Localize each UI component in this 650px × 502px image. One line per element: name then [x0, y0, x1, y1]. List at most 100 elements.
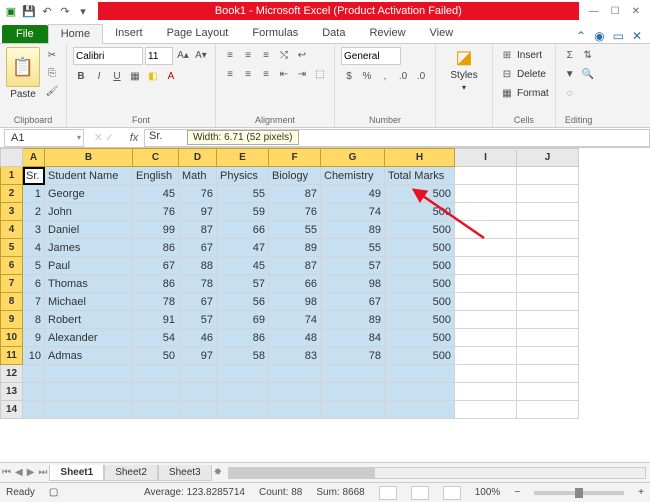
cell-E7[interactable]: 57 [217, 275, 269, 293]
cell-G3[interactable]: 74 [321, 203, 385, 221]
cell-H3[interactable]: 500 [385, 203, 455, 221]
cell-E6[interactable]: 45 [217, 257, 269, 275]
cell-F12[interactable] [269, 365, 321, 383]
qat-dropdown-icon[interactable]: ▾ [76, 4, 90, 18]
cell-A1[interactable]: Sr. [23, 167, 45, 185]
sheet-tab-sheet3[interactable]: Sheet3 [158, 465, 212, 481]
fx-icon[interactable]: fx [124, 132, 144, 144]
cell-J13[interactable] [517, 383, 579, 401]
align-middle-icon[interactable]: ≡ [240, 47, 256, 63]
cell-E12[interactable] [217, 365, 269, 383]
cell-F5[interactable]: 89 [269, 239, 321, 257]
cell-E9[interactable]: 69 [217, 311, 269, 329]
normal-view-icon[interactable] [379, 486, 397, 500]
cell-E1[interactable]: Physics [217, 167, 269, 185]
cell-J5[interactable] [517, 239, 579, 257]
cell-G5[interactable]: 55 [321, 239, 385, 257]
cell-B13[interactable] [45, 383, 133, 401]
col-header-A[interactable]: A [23, 149, 45, 167]
col-header-E[interactable]: E [217, 149, 269, 167]
col-header-H[interactable]: H [385, 149, 455, 167]
cell-H1[interactable]: Total Marks [385, 167, 455, 185]
page-layout-view-icon[interactable] [411, 486, 429, 500]
cell-E2[interactable]: 55 [217, 185, 269, 203]
cell-J4[interactable] [517, 221, 579, 239]
font-size-select[interactable] [145, 47, 173, 65]
col-header-I[interactable]: I [455, 149, 517, 167]
cell-H8[interactable]: 500 [385, 293, 455, 311]
cell-D5[interactable]: 67 [179, 239, 217, 257]
cell-I11[interactable] [455, 347, 517, 365]
tab-formulas[interactable]: Formulas [240, 24, 310, 43]
cell-A10[interactable]: 9 [23, 329, 45, 347]
close-button[interactable]: ✕ [632, 6, 640, 17]
zoom-in-icon[interactable]: + [638, 487, 644, 498]
cell-H4[interactable]: 500 [385, 221, 455, 239]
sheet-nav-last-icon[interactable]: ⏭ [36, 467, 49, 478]
file-tab[interactable]: File [2, 25, 48, 43]
cell-H9[interactable]: 500 [385, 311, 455, 329]
cell-G12[interactable] [321, 365, 385, 383]
cell-I8[interactable] [455, 293, 517, 311]
cell-B10[interactable]: Alexander [45, 329, 133, 347]
sheet-nav-first-icon[interactable]: ⏮ [0, 467, 13, 478]
fill-color-icon[interactable]: ◧ [145, 68, 161, 84]
row-header-1[interactable]: 1 [1, 167, 23, 185]
worksheet-grid[interactable]: ABCDEFGHIJ1Sr.Student NameEnglishMathPhy… [0, 148, 650, 462]
cell-A4[interactable]: 3 [23, 221, 45, 239]
cell-A3[interactable]: 2 [23, 203, 45, 221]
cell-F6[interactable]: 87 [269, 257, 321, 275]
decrease-font-icon[interactable]: A▾ [193, 47, 209, 63]
align-bottom-icon[interactable]: ≡ [258, 47, 274, 63]
cell-B12[interactable] [45, 365, 133, 383]
row-header-11[interactable]: 11 [1, 347, 23, 365]
cell-B11[interactable]: Admas [45, 347, 133, 365]
cell-H7[interactable]: 500 [385, 275, 455, 293]
cell-B7[interactable]: Thomas [45, 275, 133, 293]
cell-G7[interactable]: 98 [321, 275, 385, 293]
tab-review[interactable]: Review [357, 24, 417, 43]
increase-decimal-icon[interactable]: .0 [395, 68, 411, 84]
cell-E10[interactable]: 86 [217, 329, 269, 347]
row-header-7[interactable]: 7 [1, 275, 23, 293]
cell-D4[interactable]: 87 [179, 221, 217, 239]
cell-F9[interactable]: 74 [269, 311, 321, 329]
minimize-ribbon-icon[interactable]: ⌃ [576, 29, 586, 43]
cell-I12[interactable] [455, 365, 517, 383]
cell-E13[interactable] [217, 383, 269, 401]
cell-J6[interactable] [517, 257, 579, 275]
cell-J10[interactable] [517, 329, 579, 347]
cell-A12[interactable] [23, 365, 45, 383]
font-name-select[interactable] [73, 47, 143, 65]
cell-F8[interactable]: 98 [269, 293, 321, 311]
border-icon[interactable]: ▦ [127, 68, 143, 84]
minimize-button[interactable]: — [589, 6, 599, 17]
cell-A8[interactable]: 7 [23, 293, 45, 311]
cell-C12[interactable] [133, 365, 179, 383]
clear-icon[interactable]: ◌ [562, 85, 578, 101]
cell-B1[interactable]: Student Name [45, 167, 133, 185]
row-header-13[interactable]: 13 [1, 383, 23, 401]
cell-I5[interactable] [455, 239, 517, 257]
bold-button[interactable]: B [73, 68, 89, 84]
cell-G2[interactable]: 49 [321, 185, 385, 203]
zoom-slider[interactable] [534, 491, 624, 495]
cell-G11[interactable]: 78 [321, 347, 385, 365]
cell-F13[interactable] [269, 383, 321, 401]
cell-B4[interactable]: Daniel [45, 221, 133, 239]
comma-icon[interactable]: , [377, 68, 393, 84]
cell-A6[interactable]: 5 [23, 257, 45, 275]
undo-icon[interactable]: ↶ [40, 4, 54, 18]
align-right-icon[interactable]: ≡ [258, 66, 274, 82]
cell-D2[interactable]: 76 [179, 185, 217, 203]
cell-F14[interactable] [269, 401, 321, 419]
cell-E4[interactable]: 66 [217, 221, 269, 239]
cell-A13[interactable] [23, 383, 45, 401]
cell-F10[interactable]: 48 [269, 329, 321, 347]
cell-A7[interactable]: 6 [23, 275, 45, 293]
redo-icon[interactable]: ↷ [58, 4, 72, 18]
cell-B9[interactable]: Robert [45, 311, 133, 329]
cell-E14[interactable] [217, 401, 269, 419]
cell-B14[interactable] [45, 401, 133, 419]
macro-record-icon[interactable]: ▢ [49, 487, 58, 498]
